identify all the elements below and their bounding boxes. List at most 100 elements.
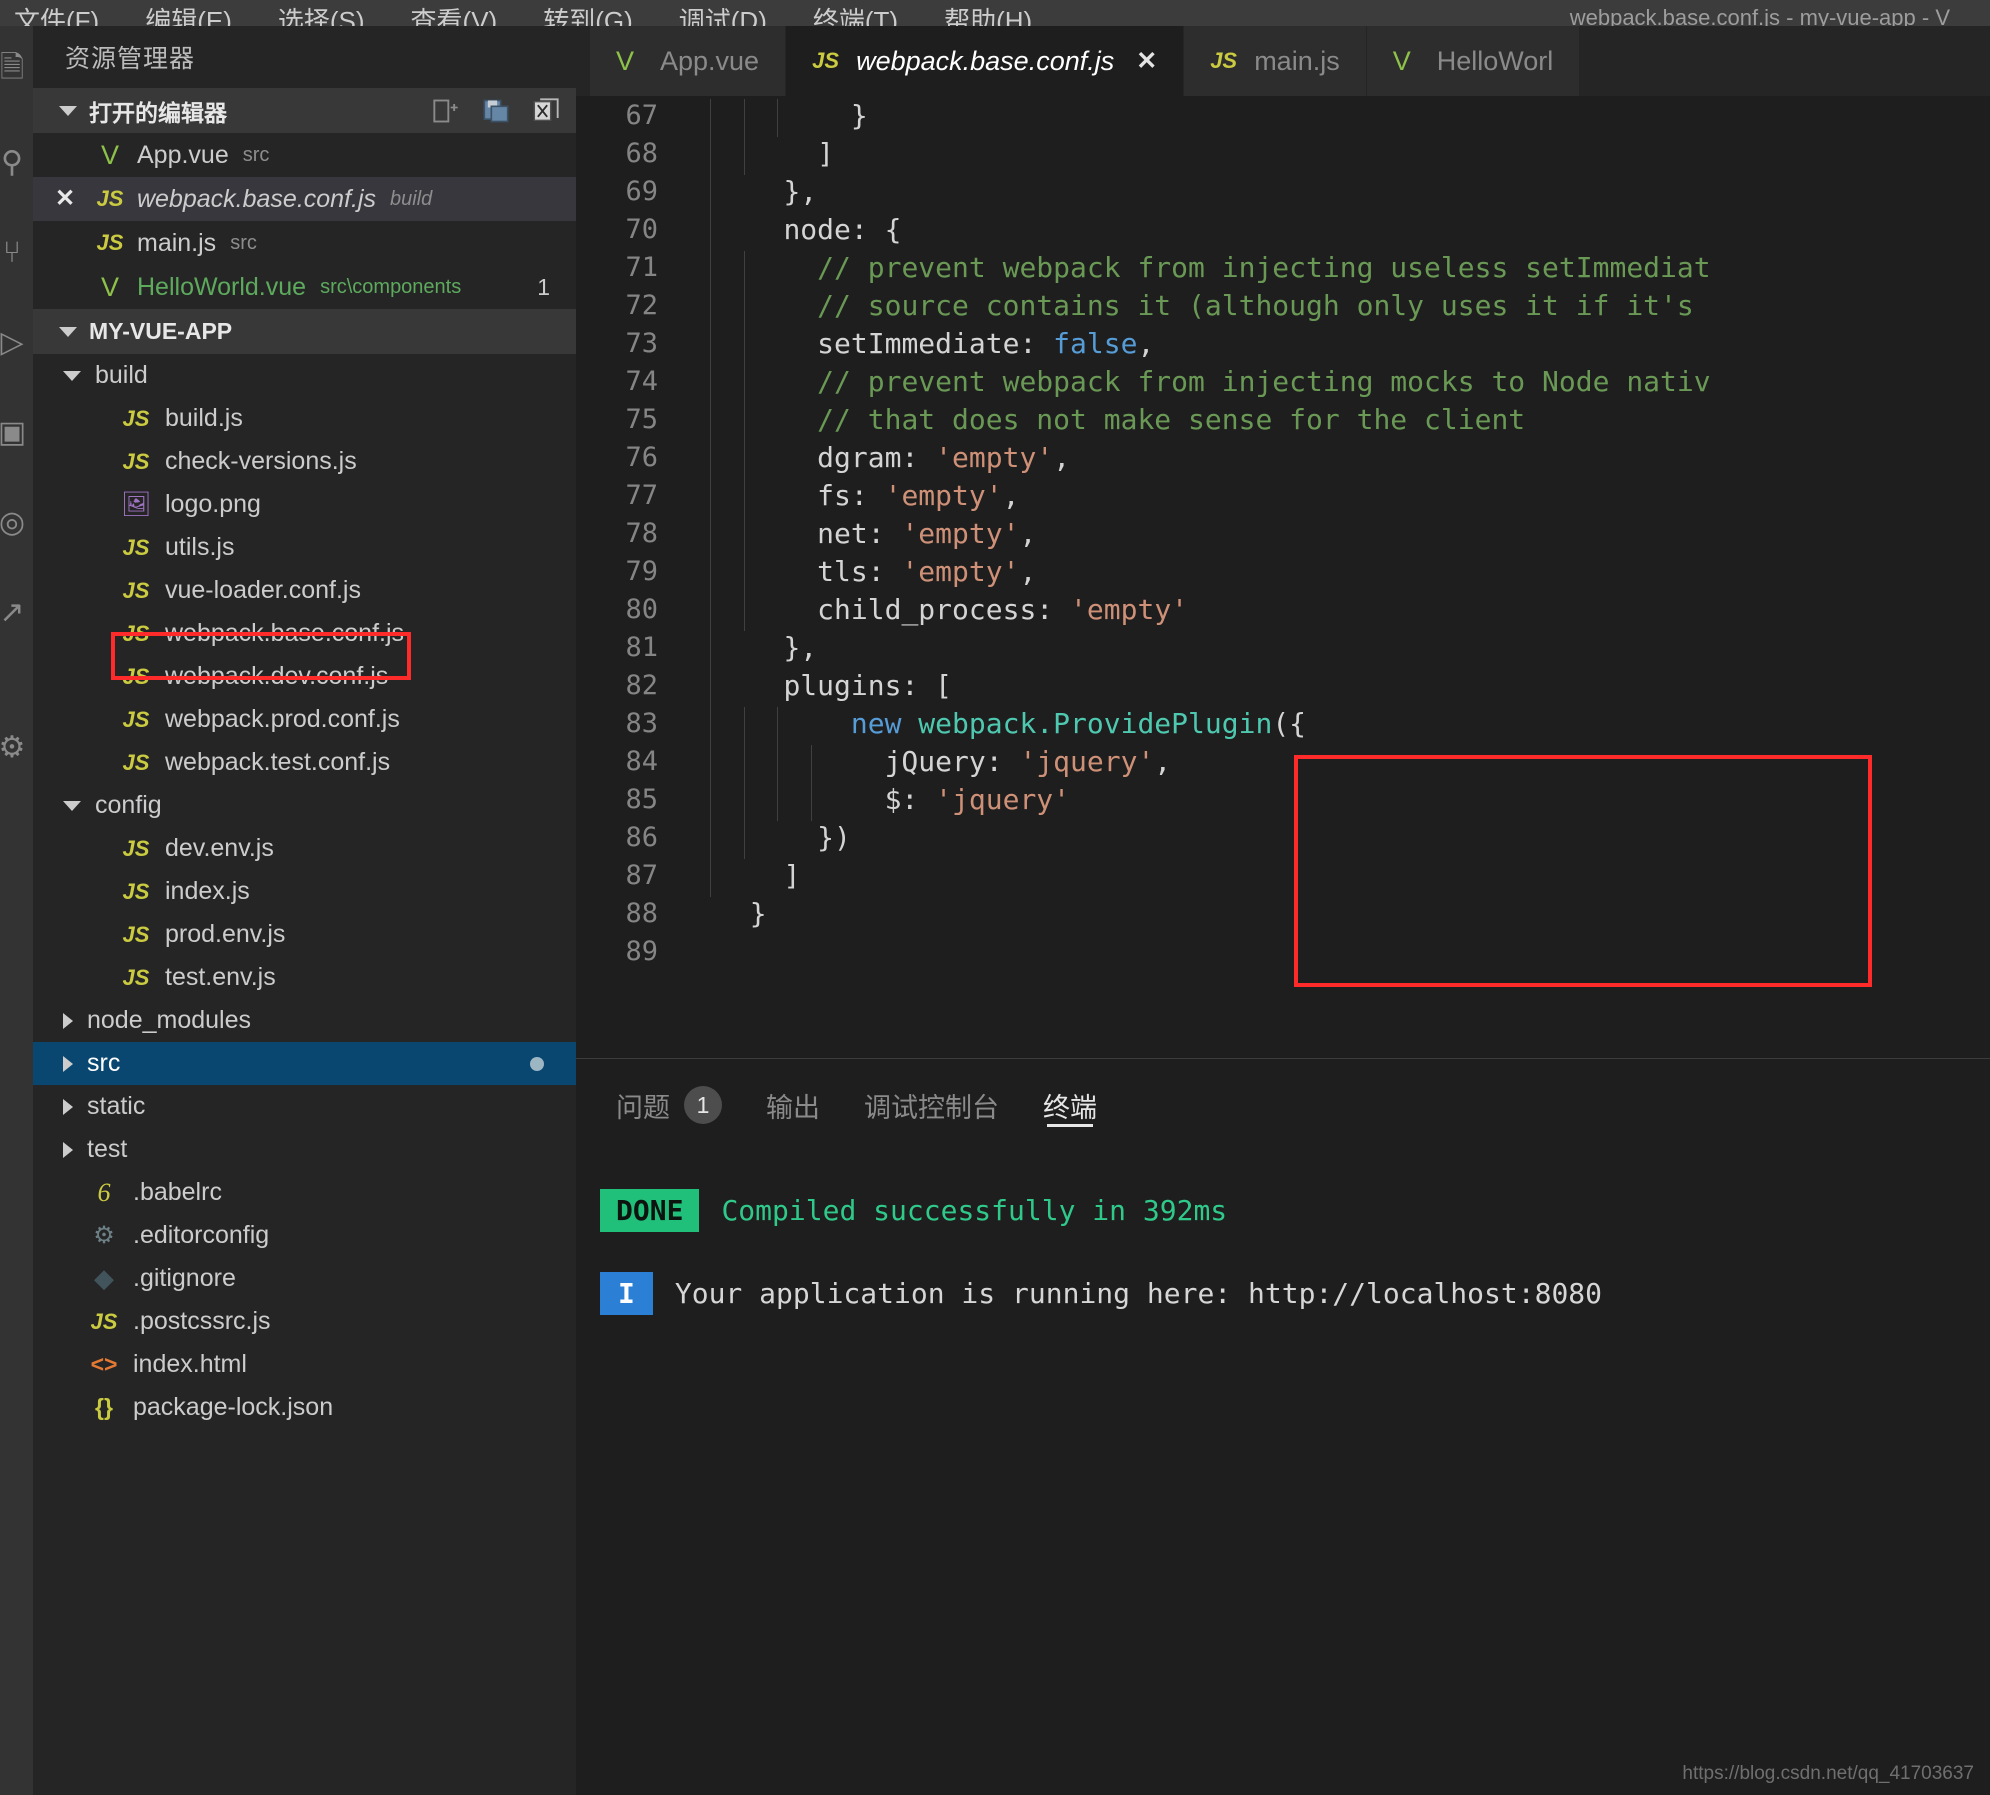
js-file-icon: JS — [122, 534, 150, 560]
tree-item-logo-png[interactable]: 🖼 logo.png — [33, 483, 576, 526]
tree-item-build-js[interactable]: JS build.js — [33, 397, 576, 440]
tree-item-vue-loader-conf-js[interactable]: JS vue-loader.conf.js — [33, 569, 576, 612]
code-line: 78 net: 'empty', — [576, 514, 1990, 555]
chevron-down-icon — [63, 800, 81, 811]
tree-item-index-html[interactable]: <> index.html — [33, 1343, 576, 1386]
remote-icon[interactable]: ↗ — [0, 591, 34, 635]
line-text: node: { — [676, 212, 901, 251]
open-editors-header[interactable]: 打开的编辑器 — [33, 88, 576, 133]
terminal-line-info: I Your application is running here: http… — [600, 1272, 1990, 1315]
tree-item-editorconfig[interactable]: ⚙ .editorconfig — [33, 1214, 576, 1257]
tree-item-webpack-prod-conf-js[interactable]: JS webpack.prod.conf.js — [33, 698, 576, 741]
debug-icon[interactable]: ▷ — [0, 321, 34, 365]
tree-item-index-js[interactable]: JS index.js — [33, 870, 576, 913]
status-badge: DONE — [600, 1189, 700, 1232]
menu-item-help[interactable]: 帮助(H) — [944, 8, 1032, 26]
open-editor-helloworld-vue[interactable]: V HelloWorld.vue src\components 1 — [33, 265, 576, 309]
open-editor-desc: build — [390, 187, 433, 210]
tree-item-test[interactable]: test — [33, 1128, 576, 1171]
account-icon[interactable]: ⚙ — [0, 726, 34, 770]
open-editor-main-js[interactable]: JS main.js src — [33, 221, 576, 265]
line-text: }, — [676, 174, 817, 213]
line-text: dgram: 'empty', — [676, 440, 1070, 479]
tree-item-babelrc[interactable]: 6 .babelrc — [33, 1171, 576, 1214]
source-control-icon[interactable]: ⑂ — [0, 231, 34, 275]
panel-tab-problems[interactable]: 问题 1 — [616, 1059, 722, 1151]
tree-item-src[interactable]: src — [33, 1042, 576, 1085]
menu-item-debug[interactable]: 调试(D) — [679, 8, 767, 26]
js-file-icon: JS — [122, 577, 150, 603]
tree-item-webpack-dev-conf-js[interactable]: JS webpack.dev.conf.js — [33, 655, 576, 698]
line-number: 83 — [625, 707, 658, 739]
menu-item-edit[interactable]: 编辑(E) — [145, 8, 232, 26]
tree-item-package-lock-json[interactable]: {} package-lock.json — [33, 1386, 576, 1429]
close-icon[interactable]: ✕ — [55, 187, 75, 211]
tree-item-gitignore[interactable]: ◆ .gitignore — [33, 1257, 576, 1300]
search-icon[interactable]: ⚲ — [0, 141, 34, 185]
line-number: 67 — [625, 99, 658, 131]
tree-item-prod-env-js[interactable]: JS prod.env.js — [33, 913, 576, 956]
menu-item-view[interactable]: 查看(V) — [411, 8, 498, 26]
tree-item-test-env-js[interactable]: JS test.env.js — [33, 956, 576, 999]
line-text: $: 'jquery' — [676, 782, 1070, 821]
tree-item-label: .babelrc — [133, 1178, 222, 1206]
tree-item-config[interactable]: config — [33, 784, 576, 827]
open-editor-badge: 1 — [537, 273, 550, 300]
menu-item-go[interactable]: 转到(G) — [543, 8, 633, 26]
panel-tab-terminal[interactable]: 终端 — [1043, 1059, 1097, 1151]
open-editor-app-vue[interactable]: V App.vue src — [33, 133, 576, 177]
line-text: tls: 'empty', — [676, 554, 1036, 593]
terminal-output[interactable]: DONE Compiled successfully in 392ms I Yo… — [576, 1151, 1990, 1315]
tree-item-postcssrc-js[interactable]: JS .postcssrc.js — [33, 1300, 576, 1343]
tab-label: main.js — [1254, 45, 1340, 76]
activity-bar: 🗎 ⚲ ⑂ ▷ ▣ ◎ ↗ ⚙ — [0, 26, 33, 1795]
code-line: 69 }, — [576, 172, 1990, 213]
close-icon[interactable]: ✕ — [1136, 46, 1157, 76]
babel-file-icon: 6 — [97, 1177, 111, 1207]
line-number: 89 — [625, 935, 658, 967]
extensions-icon[interactable]: ▣ — [0, 411, 34, 455]
tree-item-dev-env-js[interactable]: JS dev.env.js — [33, 827, 576, 870]
code-editor[interactable]: 67 } 68 ] 69 }, 70 node: {71 // prevent web… — [576, 96, 1990, 1056]
tree-item-label: index.js — [165, 877, 250, 905]
close-all-icon[interactable] — [532, 97, 560, 125]
panel-tab-debug-console[interactable]: 调试控制台 — [864, 1059, 999, 1151]
project-header[interactable]: MY-VUE-APP — [33, 309, 576, 354]
test-icon[interactable]: ◎ — [0, 501, 34, 545]
tree-item-label: test.env.js — [165, 963, 276, 991]
line-text: ] — [676, 858, 800, 897]
tree-item-check-versions-js[interactable]: JS check-versions.js — [33, 440, 576, 483]
tree-item-webpack-base-conf-js[interactable]: JS webpack.base.conf.js — [33, 612, 576, 655]
line-number: 85 — [625, 783, 658, 815]
chevron-down-icon — [59, 326, 77, 337]
js-file-icon: JS — [90, 1308, 118, 1334]
tab-helloworld-vue[interactable]: V HelloWorl — [1366, 26, 1581, 96]
code-line: 85 $: 'jquery' — [576, 780, 1990, 821]
panel-tab-output[interactable]: 输出 — [766, 1059, 820, 1151]
explorer-icon[interactable]: 🗎 — [0, 46, 34, 90]
menu-item-selection[interactable]: 选择(S) — [278, 8, 365, 26]
tree-item-webpack-test-conf-js[interactable]: JS webpack.test.conf.js — [33, 741, 576, 784]
tree-item-label: logo.png — [165, 490, 261, 518]
panel-tab-label: 问题 — [616, 1092, 670, 1123]
tree-item-utils-js[interactable]: JS utils.js — [33, 526, 576, 569]
menu-item-file[interactable]: 文件(F) — [14, 8, 99, 26]
open-editor-webpack-base-conf[interactable]: ✕ JS webpack.base.conf.js build — [33, 177, 576, 221]
tree-item-label: .gitignore — [133, 1264, 236, 1292]
line-text: }) — [676, 820, 851, 859]
new-file-icon[interactable] — [432, 97, 460, 125]
menu-item-terminal[interactable]: 终端(T) — [813, 8, 898, 26]
tab-main-js[interactable]: JS main.js — [1184, 26, 1367, 96]
tab-app-vue[interactable]: V App.vue — [590, 26, 787, 96]
js-file-icon: JS — [1210, 48, 1238, 73]
tree-item-node-modules[interactable]: node_modules — [33, 999, 576, 1042]
tree-item-build[interactable]: build — [33, 354, 576, 397]
git-icon: ◆ — [94, 1263, 114, 1293]
line-text: // prevent webpack from injecting useles… — [676, 250, 1711, 289]
code-line: 89 — [576, 932, 1990, 970]
line-text: } — [749, 896, 767, 930]
tree-item-static[interactable]: static — [33, 1085, 576, 1128]
save-all-icon[interactable] — [482, 97, 510, 125]
tab-webpack-base-conf[interactable]: JS webpack.base.conf.js ✕ — [786, 26, 1185, 96]
tree-item-label: static — [87, 1092, 146, 1120]
